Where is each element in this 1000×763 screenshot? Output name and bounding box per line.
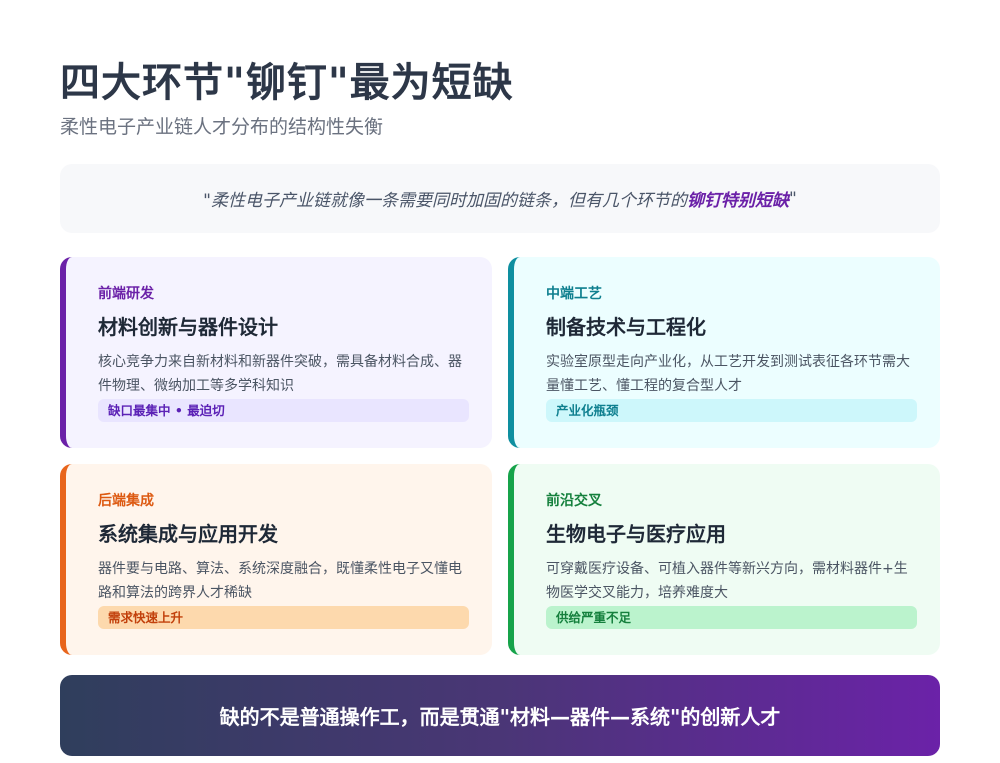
card-back-end: 后端集成 系统集成与应用开发 器件要与电路、算法、系统深度融合，既懂柔性电子又懂…: [60, 464, 492, 655]
card-heading: 制备技术与工程化: [546, 315, 706, 339]
card-tag: 前端研发: [98, 286, 154, 302]
card-status-badge: 缺口最集中 • 最迫切: [98, 399, 469, 422]
page-subtitle: 柔性电子产业链人才分布的结构性失衡: [60, 116, 384, 138]
card-description: 可穿戴医疗设备、可植入器件等新兴方向，需材料器件+生物医学交叉能力，培养难度大: [546, 561, 908, 601]
quote-prefix: "柔性电子产业链就像一条需要同时加固的链条，但有几个环节的: [203, 191, 687, 211]
card-status-badge: 供给严重不足: [546, 606, 917, 629]
quote-highlight: 铆钉特别短缺: [687, 191, 789, 211]
card-heading: 系统集成与应用开发: [98, 522, 278, 546]
card-description: 器件要与电路、算法、系统深度融合，既懂柔性电子又懂电路和算法的跨界人才稀缺: [98, 561, 462, 601]
banner-text: 缺的不是普通操作工，而是贯通"材料—器件—系统"的创新人才: [219, 705, 781, 729]
card-mid-stage: 中端工艺 制备技术与工程化 实验室原型走向产业化，从工艺开发到测试表征各环节需大…: [508, 257, 940, 448]
card-tag: 中端工艺: [546, 286, 602, 302]
card-description: 实验室原型走向产业化，从工艺开发到测试表征各环节需大量懂工艺、懂工程的复合型人才: [546, 354, 910, 394]
card-frontier: 前沿交叉 生物电子与医疗应用 可穿戴医疗设备、可植入器件等新兴方向，需材料器件+…: [508, 464, 940, 655]
quote-suffix: ": [789, 188, 797, 209]
card-heading: 生物电子与医疗应用: [546, 522, 726, 546]
page-title: 四大环节"铆钉"最为短缺: [60, 60, 514, 106]
quote-box: "柔性电子产业链就像一条需要同时加固的链条，但有几个环节的 铆钉特别短缺 ": [60, 164, 940, 233]
card-heading: 材料创新与器件设计: [98, 315, 278, 339]
card-status-badge: 需求快速上升: [98, 606, 469, 629]
card-tag: 前沿交叉: [546, 493, 602, 509]
card-front-end: 前端研发 材料创新与器件设计 核心竞争力来自新材料和新器件突破，需具备材料合成、…: [60, 257, 492, 448]
page: 四大环节"铆钉"最为短缺 柔性电子产业链人才分布的结构性失衡 "柔性电子产业链就…: [0, 0, 1000, 763]
card-description: 核心竞争力来自新材料和新器件突破，需具备材料合成、器件物理、微纳加工等多学科知识: [98, 354, 462, 394]
card-tag: 后端集成: [98, 493, 154, 509]
card-status-badge: 产业化瓶颈: [546, 399, 917, 422]
conclusion-banner: 缺的不是普通操作工，而是贯通"材料—器件—系统"的创新人才: [60, 675, 940, 756]
